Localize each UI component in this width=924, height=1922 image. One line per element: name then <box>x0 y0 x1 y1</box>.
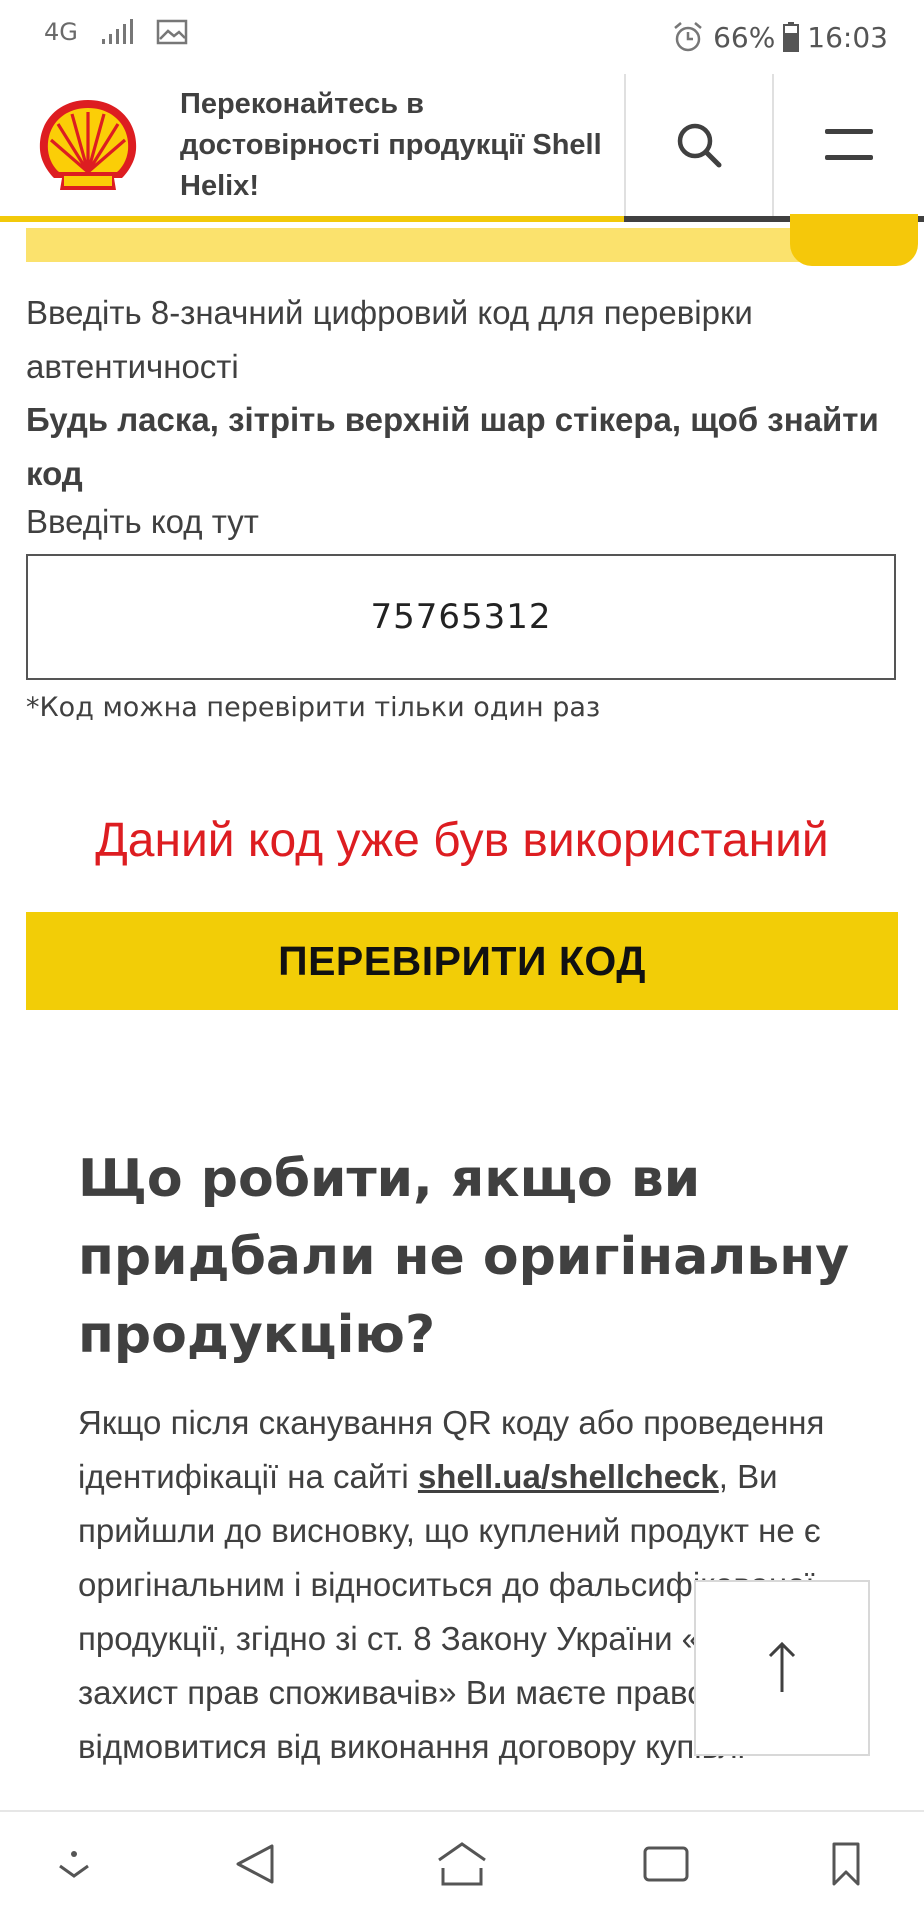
header-underline <box>0 216 624 222</box>
nav-home-button[interactable] <box>432 1834 492 1894</box>
status-bar: 4G 66% 16:03 <box>0 0 924 74</box>
instruction-bold-text: Будь ласка, зітріть верхній шар стікера,… <box>26 401 879 492</box>
chevron-down-icon <box>59 1851 89 1878</box>
instruction-text: Введіть 8-значний цифровий код для перев… <box>26 294 753 385</box>
header-title: Переконайтесь в достовірності продукції … <box>180 88 602 202</box>
article-heading: Що робити, якщо ви придбали не оригіналь… <box>78 1149 850 1365</box>
nav-bookmark-button[interactable] <box>816 1834 876 1894</box>
bookmark-icon <box>832 1842 860 1886</box>
alarm-icon <box>674 22 702 52</box>
yellow-tab <box>790 214 918 266</box>
battery-icon <box>783 22 800 52</box>
status-right: 66% 16:03 <box>671 20 888 54</box>
shell-logo[interactable] <box>32 94 144 198</box>
nav-back-button[interactable] <box>226 1834 286 1894</box>
clock: 16:03 <box>807 20 888 54</box>
network-type: 4G <box>44 18 78 46</box>
nav-recents-button[interactable] <box>636 1834 696 1894</box>
one-time-note: *Код можна перевірити тільки один раз <box>26 692 601 723</box>
recent-apps-icon <box>643 1846 689 1882</box>
signal-icon <box>101 19 133 44</box>
status-left: 4G <box>44 18 188 46</box>
check-code-button[interactable]: ПЕРЕВІРИТИ КОД <box>26 912 898 1010</box>
system-nav-bar <box>0 1810 924 1922</box>
arrow-up-icon <box>768 1641 796 1692</box>
battery-percent: 66% <box>713 20 776 54</box>
menu-button[interactable] <box>774 74 924 216</box>
home-icon <box>438 1842 486 1886</box>
nav-hide-button[interactable] <box>44 1834 104 1894</box>
search-button[interactable] <box>626 74 772 216</box>
scroll-to-top-button[interactable] <box>694 1580 870 1756</box>
hamburger-menu-icon <box>825 129 873 160</box>
yellow-banner <box>26 228 806 262</box>
gallery-icon <box>156 19 188 45</box>
search-icon <box>677 123 722 168</box>
code-input-label: Введіть код тут <box>26 503 259 540</box>
site-header: Переконайтесь в достовірності продукції … <box>0 74 924 222</box>
code-input[interactable] <box>26 554 896 680</box>
error-message: Даний код уже був використаний <box>95 814 829 867</box>
back-triangle-icon <box>236 1844 274 1884</box>
shellcheck-link[interactable]: shell.ua/shellcheck <box>418 1458 719 1495</box>
